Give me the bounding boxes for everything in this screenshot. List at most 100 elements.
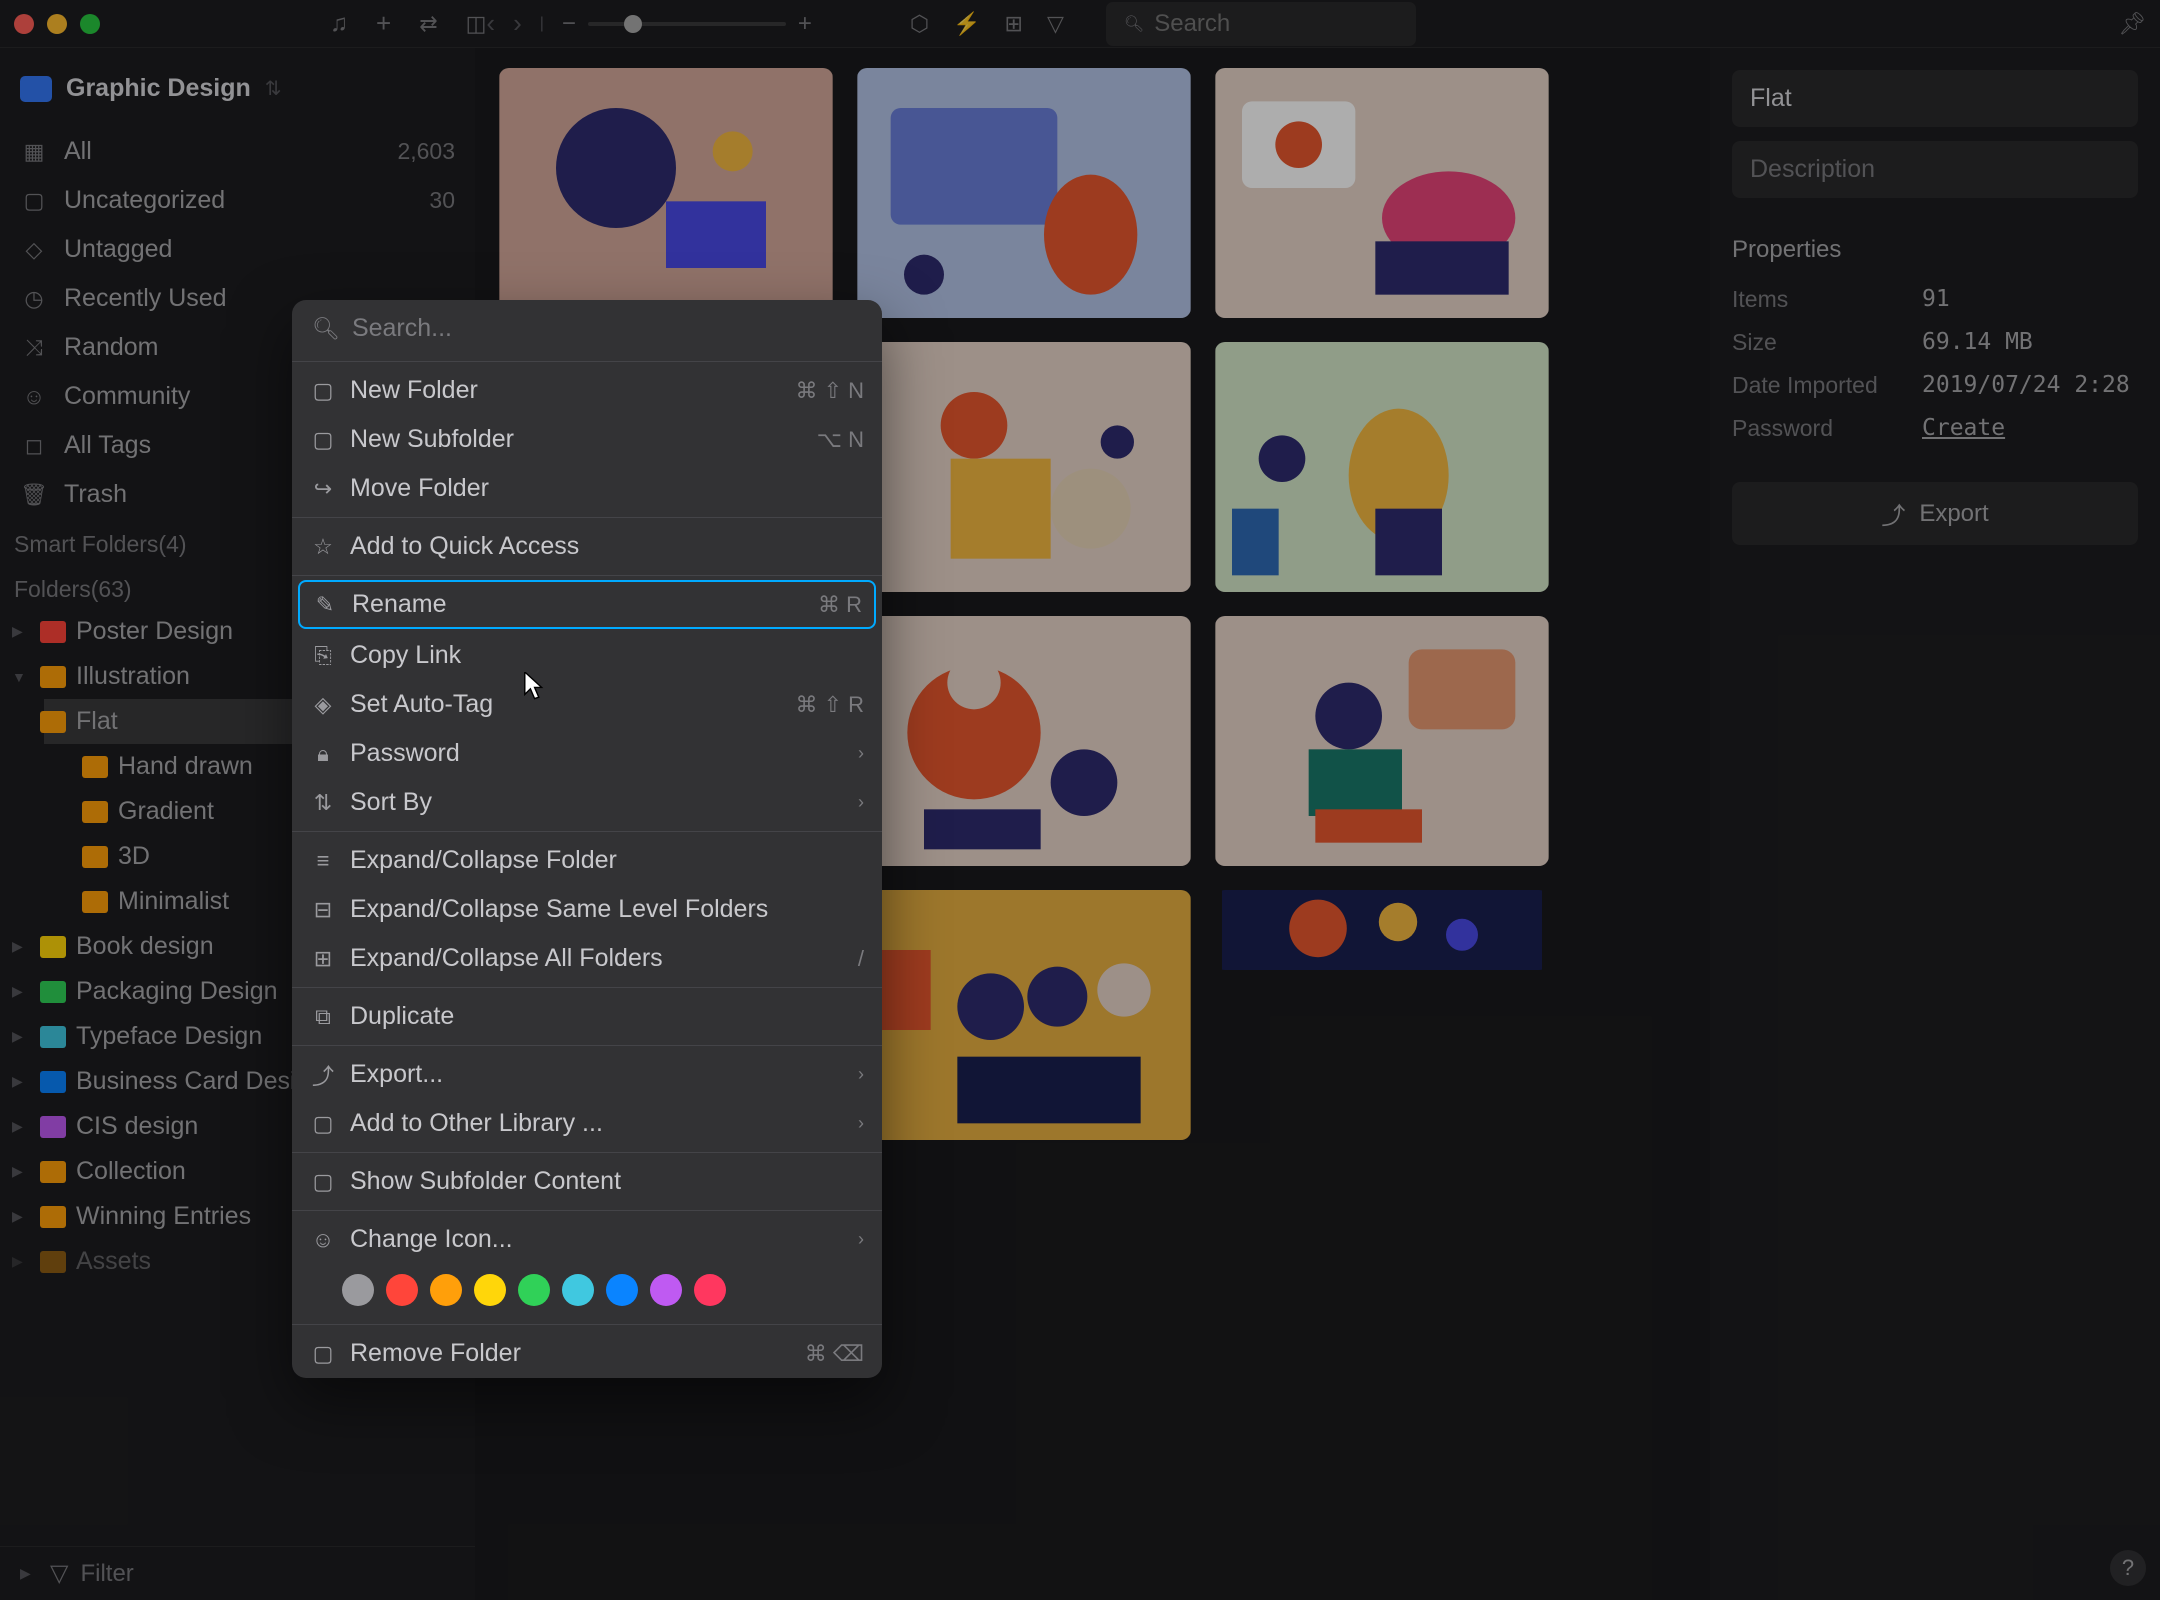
nav-all[interactable]: ▦ All 2,603 [0, 127, 475, 176]
triangle-icon[interactable]: ▶ [12, 1208, 30, 1225]
color-teal[interactable] [562, 1274, 594, 1306]
folder-icon [40, 1026, 66, 1048]
menu-show-subfolder[interactable]: ▢ Show Subfolder Content [292, 1157, 882, 1206]
chevron-right-icon: › [858, 743, 864, 764]
folder-icon [40, 1116, 66, 1138]
nav-label: Uncategorized [64, 186, 225, 215]
thumbnail[interactable] [1215, 68, 1549, 318]
menu-change-icon[interactable]: ☺ Change Icon... › [292, 1215, 882, 1264]
thumbnail[interactable] [499, 68, 833, 318]
triangle-icon[interactable]: ▶ [12, 1253, 30, 1270]
triangle-icon[interactable]: ▶ [12, 1073, 30, 1090]
thumbnail[interactable] [1215, 890, 1549, 970]
details-panel: Flat Description Properties Items 91 Siz… [1710, 48, 2160, 1600]
help-button[interactable]: ? [2110, 1550, 2146, 1586]
bell-icon[interactable]: ♫ [330, 10, 348, 38]
autotag-icon: ◈ [310, 692, 336, 718]
triangle-icon[interactable]: ▼ [12, 669, 30, 685]
menu-duplicate[interactable]: ⧉ Duplicate [292, 992, 882, 1041]
search-input[interactable] [1154, 10, 1398, 38]
triangle-icon[interactable]: ▶ [12, 983, 30, 1000]
menu-auto-tag[interactable]: ◈ Set Auto-Tag ⌘ ⇧ R [292, 680, 882, 729]
menu-quick-access[interactable]: ☆ Add to Quick Access [292, 522, 882, 571]
filter-icon[interactable]: ▽ [1047, 11, 1064, 37]
extension-icon[interactable]: ⬡ [910, 11, 929, 37]
folder-title-field[interactable]: Flat [1732, 70, 2138, 127]
zoom-in-icon[interactable]: + [798, 10, 812, 38]
prop-items: Items 91 [1732, 278, 2138, 321]
triangle-icon[interactable]: ▶ [12, 623, 30, 640]
layout-icon[interactable]: ⊞ [1005, 11, 1023, 37]
folder-label: Illustration [76, 662, 190, 691]
menu-new-folder[interactable]: ▢ New Folder ⌘ ⇧ N [292, 366, 882, 415]
thumbnail[interactable] [857, 616, 1191, 866]
thumbnail[interactable] [857, 68, 1191, 318]
nav-count: 2,603 [397, 138, 455, 165]
thumbnail[interactable] [857, 342, 1191, 592]
color-pink[interactable] [694, 1274, 726, 1306]
menu-rename[interactable]: ✎ Rename ⌘ R [298, 580, 876, 629]
zoom-slider[interactable]: − + [562, 10, 812, 38]
color-gray[interactable] [342, 1274, 374, 1306]
folder-label: Minimalist [118, 887, 229, 916]
titlebar: ♫ + ⇄ ◫ ‹ › | − + ⬡ ⚡ ⊞ ▽ [0, 0, 2160, 48]
menu-copy-link[interactable]: ⎘ Copy Link [292, 631, 882, 680]
close-window-button[interactable] [14, 14, 34, 34]
menu-search-input[interactable] [352, 314, 862, 343]
menu-password[interactable]: 🔒︎ Password › [292, 729, 882, 778]
trash-icon: 🗑︎ [20, 481, 48, 509]
export-button[interactable]: ⤴ Export [1732, 482, 2138, 545]
bookmark-icon: ◻ [20, 432, 48, 460]
menu-remove-folder[interactable]: ▢ Remove Folder ⌘ ⌫ [292, 1329, 882, 1378]
bolt-icon[interactable]: ⚡ [953, 11, 980, 37]
minimize-window-button[interactable] [47, 14, 67, 34]
nav-untagged[interactable]: ◇ Untagged [0, 225, 475, 274]
triangle-icon[interactable]: ▶ [12, 1028, 30, 1045]
color-yellow[interactable] [474, 1274, 506, 1306]
triangle-icon[interactable]: ▶ [12, 938, 30, 955]
nav-forward-icon[interactable]: › [513, 8, 522, 39]
link-icon: ⎘ [310, 643, 336, 669]
nav-uncategorized[interactable]: ▢ Uncategorized 30 [0, 176, 475, 225]
folder-icon [82, 846, 108, 868]
nav-back-icon[interactable]: ‹ [486, 8, 495, 39]
folder-description-field[interactable]: Description [1732, 141, 2138, 198]
prop-size: Size 69.14 MB [1732, 321, 2138, 364]
menu-move-folder[interactable]: ↪ Move Folder [292, 464, 882, 513]
thumbnail[interactable] [1215, 342, 1549, 592]
thumbnail[interactable] [857, 890, 1191, 1140]
menu-sort-by[interactable]: ⇅ Sort By › [292, 778, 882, 827]
maximize-window-button[interactable] [80, 14, 100, 34]
zoom-out-icon[interactable]: − [562, 10, 576, 38]
color-purple[interactable] [650, 1274, 682, 1306]
menu-export[interactable]: ⤴ Export... › [292, 1050, 882, 1099]
create-password-link[interactable]: Create [1922, 415, 2005, 442]
filter-row[interactable]: ▶ ▽ Filter [0, 1546, 475, 1600]
menu-new-subfolder[interactable]: ▢ New Subfolder ⌥ N [292, 415, 882, 464]
menu-add-library[interactable]: ▢ Add to Other Library ... › [292, 1099, 882, 1148]
triangle-icon[interactable]: ▶ [12, 1163, 30, 1180]
color-red[interactable] [386, 1274, 418, 1306]
duplicate-icon: ⧉ [310, 1004, 336, 1030]
people-icon: ☺ [20, 383, 48, 411]
nav-label: All [64, 137, 92, 166]
thumbnail[interactable] [1215, 616, 1549, 866]
show-icon: ▢ [310, 1169, 336, 1195]
plus-icon[interactable]: + [376, 8, 391, 39]
search-bar[interactable]: 🔍︎ [1106, 2, 1416, 46]
triangle-icon[interactable]: ▶ [12, 1118, 30, 1135]
traffic-lights [14, 14, 100, 34]
library-selector[interactable]: Graphic Design ⇅ [0, 60, 475, 127]
pin-icon[interactable]: 📌︎ [2118, 11, 2146, 37]
swap-icon[interactable]: ⇄ [419, 11, 437, 37]
menu-expand-folder[interactable]: ≡ Expand/Collapse Folder [292, 836, 882, 885]
prop-password: Password Create [1732, 407, 2138, 450]
sidebar-toggle-icon[interactable]: ◫ [466, 11, 487, 37]
color-orange[interactable] [430, 1274, 462, 1306]
folder-label: Hand drawn [118, 752, 253, 781]
color-blue[interactable] [606, 1274, 638, 1306]
color-green[interactable] [518, 1274, 550, 1306]
menu-expand-all[interactable]: ⊞ Expand/Collapse All Folders / [292, 934, 882, 983]
menu-search[interactable]: 🔍︎ [292, 300, 882, 357]
menu-expand-same[interactable]: ⊟ Expand/Collapse Same Level Folders [292, 885, 882, 934]
